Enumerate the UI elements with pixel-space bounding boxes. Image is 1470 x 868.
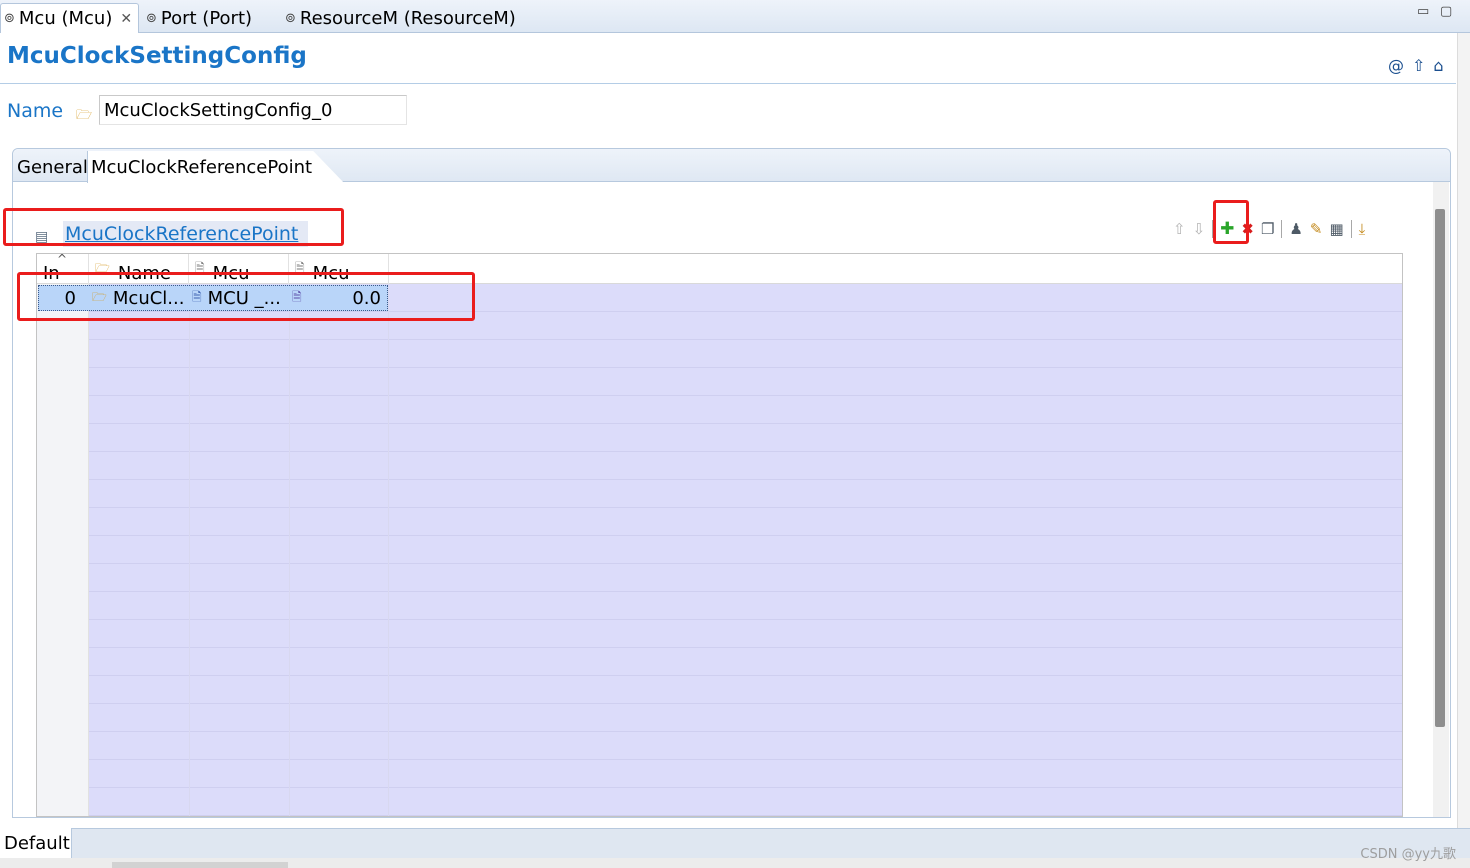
page-title: McuClockSettingConfig	[7, 43, 307, 69]
footer-tab-bar	[0, 828, 1470, 858]
name-label: Name	[7, 100, 64, 122]
index-column-bg	[37, 284, 89, 816]
toolbar-separator	[1350, 220, 1352, 238]
tab-default[interactable]: Default	[0, 828, 72, 858]
highlight-table-title	[3, 208, 344, 246]
move-down-icon[interactable]: ⇩	[1193, 220, 1206, 238]
maximize-button[interactable]: ▢	[1440, 4, 1452, 19]
module-icon: ⊚	[146, 10, 157, 26]
watermark: CSDN @yy九歌	[1360, 847, 1456, 862]
tab-general[interactable]: General	[14, 151, 92, 183]
module-icon: ⊚	[4, 11, 15, 26]
column-separator	[289, 284, 290, 816]
table-toolbar: ⇧ ⇩ ✚ ✖ ❐ ♟ ✎ ▦ ⤓	[1173, 219, 1365, 239]
form-section: General McuClockReferencePoint ▤ McuCloc…	[12, 148, 1451, 818]
home-icon[interactable]: ⌂	[1433, 56, 1443, 75]
highlight-add-button	[1213, 200, 1249, 244]
editor-tab-port[interactable]: ⊚ Port (Port)	[143, 3, 252, 33]
editor-tab-label: Mcu (Mcu)	[18, 8, 113, 29]
minimize-button[interactable]: ▭	[1417, 4, 1429, 19]
column-separator	[388, 284, 389, 816]
editor-tab-label: ResourceM (ResourceM)	[299, 7, 516, 29]
table-scrollbar-thumb[interactable]	[1435, 209, 1445, 727]
module-icon: ⊚	[285, 10, 296, 26]
close-icon[interactable]: ✕	[120, 11, 132, 27]
editor-tab-resourcem[interactable]: ⊚ ResourceM (ResourceM)	[282, 3, 516, 33]
bottom-scroll-thumb[interactable]	[112, 862, 288, 868]
at-sign-icon[interactable]: @	[1388, 56, 1404, 75]
sort-ascending-icon: ^	[57, 254, 68, 266]
column-separator	[189, 284, 190, 816]
folder-icon: 🗁	[76, 108, 93, 123]
table-edit-icon[interactable]: ▦	[1329, 220, 1343, 238]
title-toolbar: @ ⇧ ⌂	[1388, 56, 1444, 75]
data-table: ^ In 🗁 Name 🗎 Mcu 🗎 Mcu 0 🗁 McuCl... 🗎 M…	[36, 253, 1403, 817]
copy-icon[interactable]: ❐	[1261, 220, 1274, 238]
up-arrow-icon[interactable]: ⇧	[1412, 56, 1425, 75]
editor-tab-bar: ⊚ Mcu (Mcu) ✕ ⊚ Port (Port) ⊚ ResourceM …	[0, 0, 1470, 33]
export-icon[interactable]: ⤓	[1359, 220, 1366, 238]
highlight-new-row	[17, 272, 475, 321]
editor-scrollbar[interactable]	[1457, 33, 1470, 828]
name-input[interactable]	[99, 95, 407, 125]
toolbar-separator	[1281, 220, 1283, 238]
title-divider	[0, 83, 1456, 84]
form-tab-strip: General McuClockReferencePoint	[13, 149, 1450, 183]
user-icon[interactable]: ♟	[1289, 220, 1302, 238]
editor-tab-mcu[interactable]: ⊚ Mcu (Mcu) ✕	[0, 3, 139, 33]
edit-icon[interactable]: ✎	[1310, 220, 1323, 238]
move-up-icon[interactable]: ⇧	[1173, 220, 1186, 238]
editor-tab-label: Port (Port)	[160, 7, 253, 29]
tab-mcuclockreferencepoint[interactable]: McuClockReferencePoint	[87, 151, 345, 183]
